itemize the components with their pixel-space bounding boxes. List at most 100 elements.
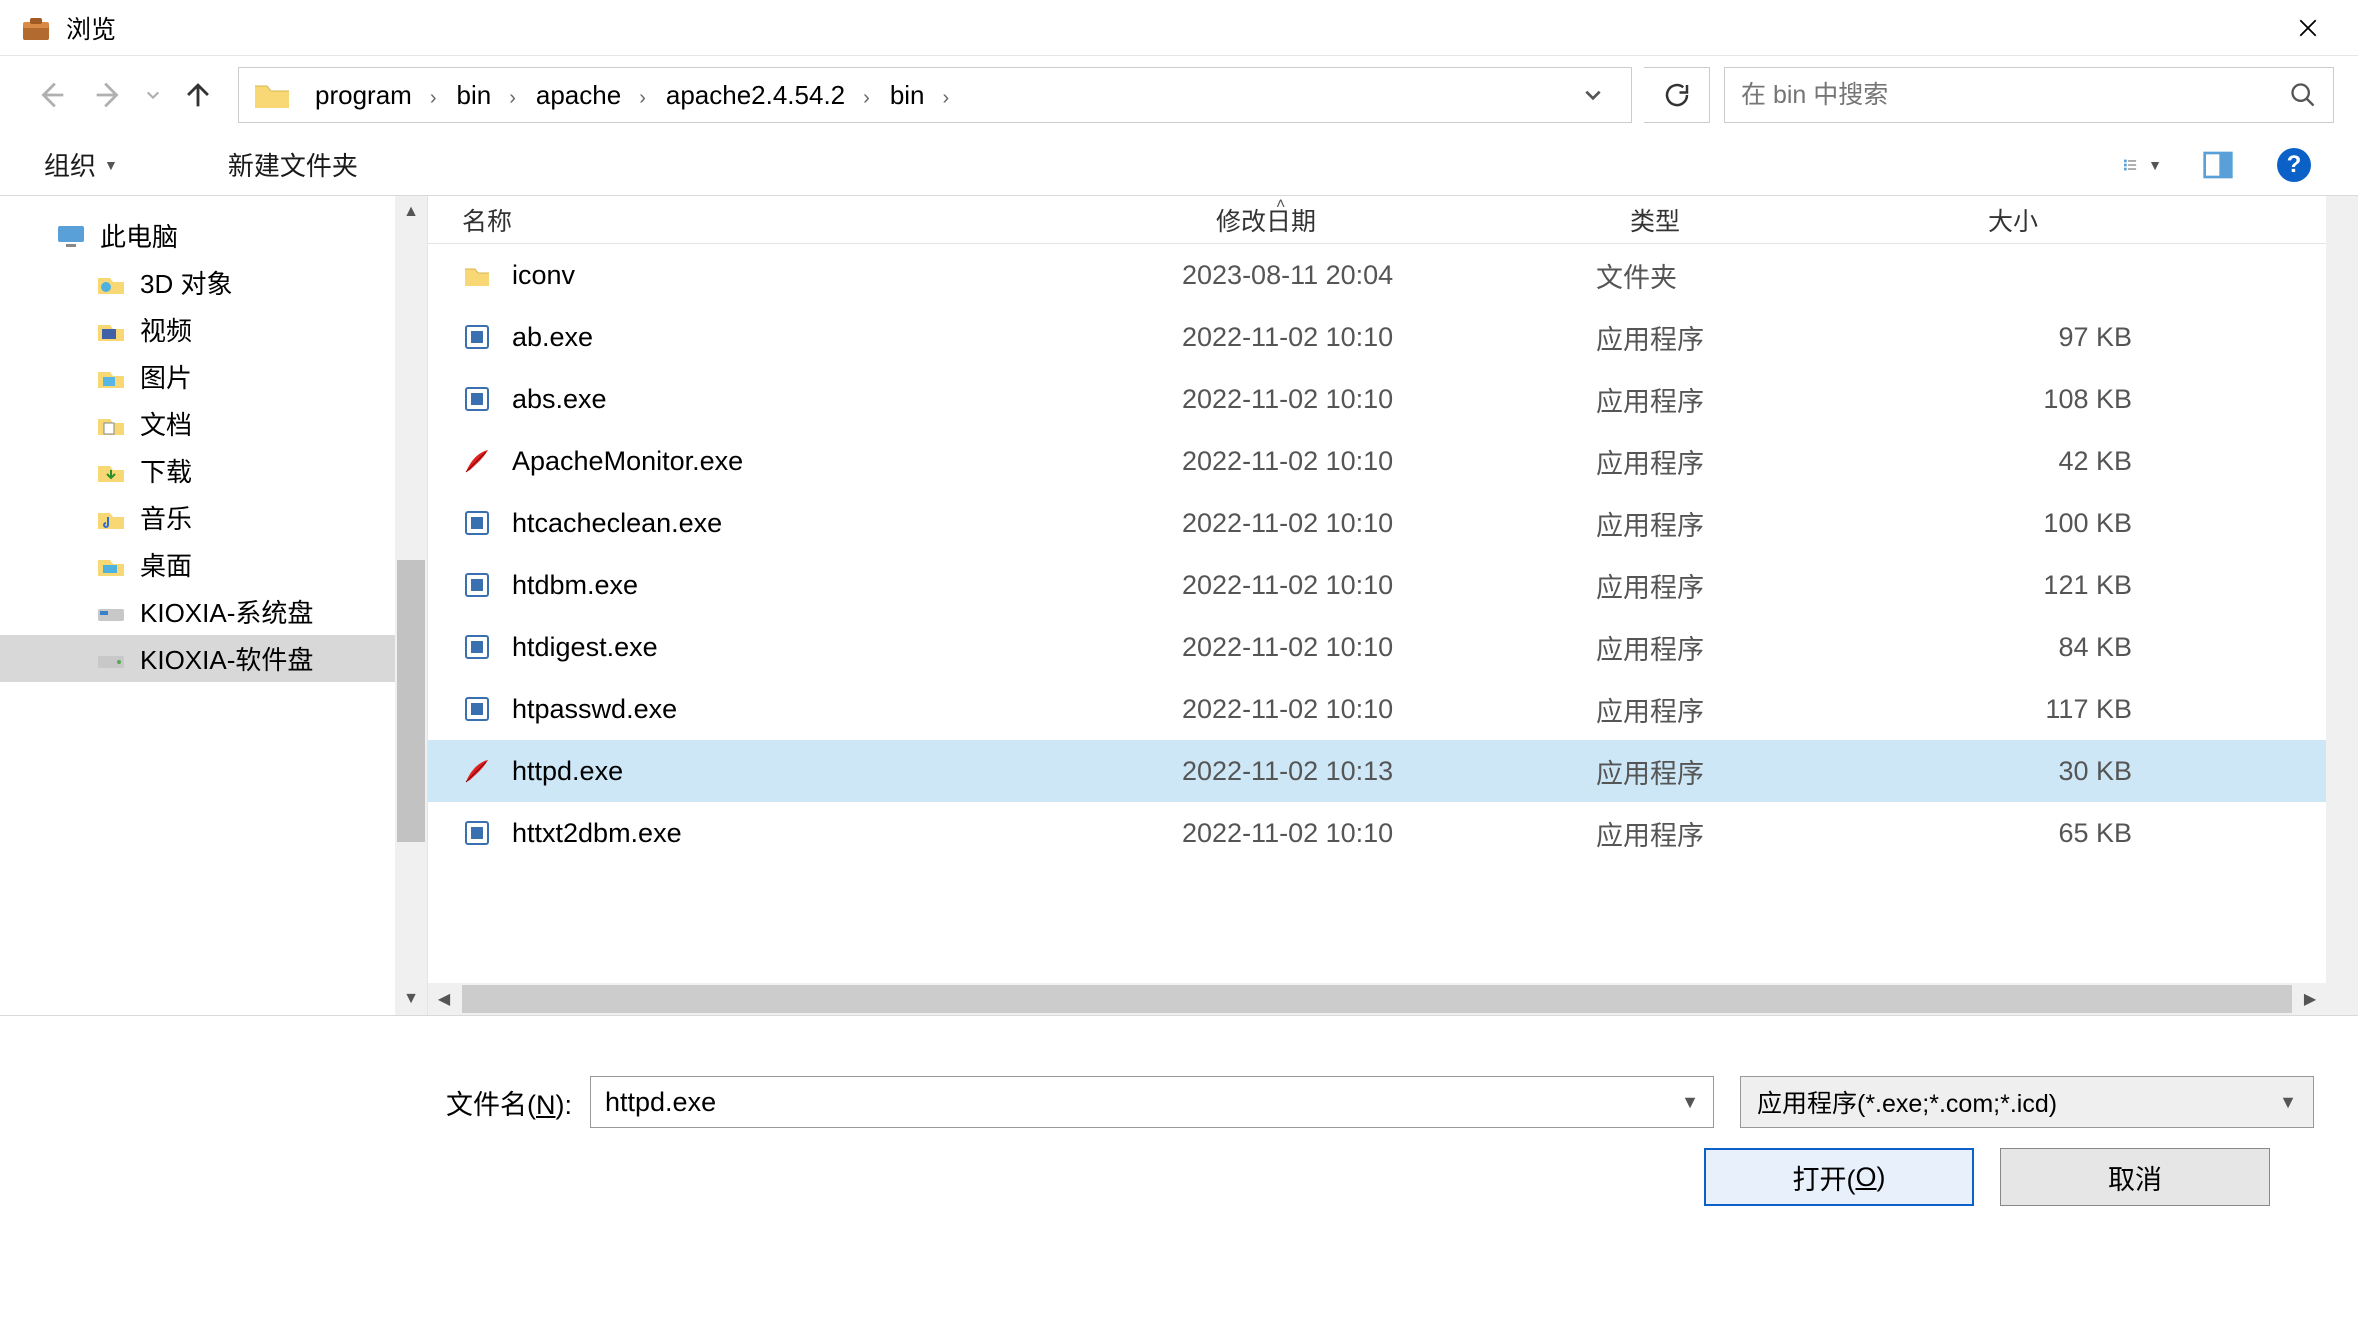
file-row[interactable]: ab.exe2022-11-02 10:10应用程序97 KB — [428, 306, 2358, 368]
chevron-right-icon: › — [639, 87, 646, 109]
tree-label: 3D 对象 — [140, 264, 232, 301]
file-name-cell: iconv — [462, 260, 1182, 291]
tree-item[interactable]: 文档 — [0, 400, 427, 447]
sort-indicator-icon: ˄ — [1276, 196, 1285, 214]
file-type-cell: 文件夹 — [1596, 256, 1954, 295]
nav-forward-button[interactable] — [80, 67, 136, 123]
preview-pane-button[interactable] — [2198, 145, 2238, 185]
file-date-cell: 2022-11-02 10:10 — [1182, 570, 1596, 601]
column-header-name[interactable]: 名称 — [462, 202, 1216, 238]
vertical-scrollbar[interactable] — [2326, 196, 2358, 983]
file-type-cell: 应用程序 — [1596, 690, 1954, 729]
new-folder-button[interactable]: 新建文件夹 — [228, 146, 358, 183]
organize-button[interactable]: 组织 ▼ — [44, 146, 118, 183]
search-box[interactable] — [1724, 67, 2334, 123]
tree-label: KIOXIA-系统盘 — [140, 593, 313, 630]
sidebar-scrollbar[interactable]: ▲ ▼ — [395, 196, 427, 1015]
file-row[interactable]: abs.exe2022-11-02 10:10应用程序108 KB — [428, 368, 2358, 430]
chevron-right-icon: › — [863, 87, 870, 109]
file-date-cell: 2023-08-11 20:04 — [1182, 260, 1596, 291]
tree-item[interactable]: 图片 — [0, 353, 427, 400]
tree-label: 音乐 — [140, 499, 192, 536]
tree-item[interactable]: 下载 — [0, 447, 427, 494]
exe-icon — [462, 694, 492, 724]
pc-icon — [56, 223, 86, 249]
file-type-cell: 应用程序 — [1596, 318, 1954, 357]
file-row[interactable]: httxt2dbm.exe2022-11-02 10:10应用程序65 KB — [428, 802, 2358, 864]
feather-icon — [462, 756, 492, 786]
breadcrumb-bin[interactable]: bin› — [880, 80, 959, 110]
close-button[interactable] — [2278, 8, 2338, 48]
scroll-up-icon[interactable]: ▲ — [395, 196, 427, 228]
nav-up-button[interactable] — [170, 67, 226, 123]
file-rows: iconv2023-08-11 20:04文件夹ab.exe2022-11-02… — [428, 244, 2358, 983]
file-size-cell: 84 KB — [1954, 632, 2150, 663]
pictures-icon — [96, 364, 126, 390]
filter-label: 应用程序(*.exe;*.com;*.icd) — [1757, 1084, 2057, 1120]
chevron-down-icon[interactable]: ▼ — [1681, 1092, 1699, 1113]
cancel-button[interactable]: 取消 — [2000, 1148, 2270, 1206]
address-dropdown-icon[interactable] — [1583, 85, 1631, 105]
filename-row: 文件名(N): httpd.exe ▼ 应用程序(*.exe;*.com;*.i… — [0, 1076, 2314, 1128]
file-row[interactable]: htpasswd.exe2022-11-02 10:10应用程序117 KB — [428, 678, 2358, 740]
scroll-thumb[interactable] — [397, 560, 425, 842]
file-type-filter[interactable]: 应用程序(*.exe;*.com;*.icd) ▼ — [1740, 1076, 2314, 1128]
window-title: 浏览 — [66, 10, 116, 46]
file-size-cell: 121 KB — [1954, 570, 2150, 601]
filename-label: 文件名(N): — [0, 1083, 590, 1122]
file-date-cell: 2022-11-02 10:10 — [1182, 322, 1596, 353]
file-type-cell: 应用程序 — [1596, 380, 1954, 419]
scroll-left-icon[interactable]: ◀ — [428, 989, 460, 1009]
horizontal-scrollbar[interactable]: ◀ ▶ — [428, 983, 2358, 1015]
breadcrumb-apache[interactable]: apache› — [526, 80, 656, 110]
tree-item[interactable]: 视频 — [0, 306, 427, 353]
tree-item[interactable]: 音乐 — [0, 494, 427, 541]
file-name-cell: htpasswd.exe — [462, 694, 1182, 725]
file-type-cell: 应用程序 — [1596, 752, 1954, 791]
breadcrumb-apache2.4.54.2[interactable]: apache2.4.54.2› — [656, 80, 880, 110]
file-size-cell: 65 KB — [1954, 818, 2150, 849]
scroll-right-icon[interactable]: ▶ — [2294, 989, 2326, 1009]
tree-label: 桌面 — [140, 546, 192, 583]
feather-icon — [462, 446, 492, 476]
view-options-button[interactable]: ▼ — [2122, 145, 2162, 185]
file-type-cell: 应用程序 — [1596, 504, 1954, 543]
file-name-cell: htcacheclean.exe — [462, 508, 1182, 539]
nav-history-dropdown[interactable] — [136, 67, 170, 123]
chevron-right-icon: › — [509, 87, 516, 109]
chevron-right-icon: › — [943, 87, 950, 109]
chevron-down-icon[interactable]: ▼ — [2279, 1092, 2297, 1113]
tree-label: 下载 — [140, 452, 192, 489]
navigation-pane: 此电脑 3D 对象视频图片文档下载音乐桌面 KIOXIA-系统盘 KIOXIA-软件… — [0, 196, 428, 1015]
video-icon — [96, 317, 126, 343]
file-row[interactable]: httpd.exe2022-11-02 10:13应用程序30 KB — [428, 740, 2358, 802]
search-input[interactable] — [1741, 81, 2289, 110]
file-row[interactable]: htcacheclean.exe2022-11-02 10:10应用程序100 … — [428, 492, 2358, 554]
exe-icon — [462, 322, 492, 352]
filename-input[interactable]: httpd.exe ▼ — [590, 1076, 1714, 1128]
column-header-size[interactable]: 大小 — [1988, 202, 2184, 238]
scroll-down-icon[interactable]: ▼ — [395, 983, 427, 1015]
scroll-track[interactable] — [462, 985, 2292, 1013]
file-row[interactable]: htdbm.exe2022-11-02 10:10应用程序121 KB — [428, 554, 2358, 616]
tree-item-this-pc[interactable]: 此电脑 — [0, 212, 427, 259]
breadcrumb-program[interactable]: program› — [305, 80, 447, 110]
help-button[interactable]: ? — [2274, 145, 2314, 185]
file-name-cell: ApacheMonitor.exe — [462, 446, 1182, 477]
tree-item[interactable]: KIOXIA-软件盘 — [0, 635, 427, 682]
nav-back-button[interactable] — [24, 67, 80, 123]
file-size-cell: 100 KB — [1954, 508, 2150, 539]
file-row[interactable]: htdigest.exe2022-11-02 10:10应用程序84 KB — [428, 616, 2358, 678]
open-button[interactable]: 打开(O) — [1704, 1148, 1974, 1206]
file-row[interactable]: iconv2023-08-11 20:04文件夹 — [428, 244, 2358, 306]
breadcrumb-bin[interactable]: bin› — [447, 80, 526, 110]
tree-item[interactable]: 桌面 — [0, 541, 427, 588]
refresh-button[interactable] — [1644, 67, 1710, 123]
file-row[interactable]: ApacheMonitor.exe2022-11-02 10:10应用程序42 … — [428, 430, 2358, 492]
tree-item[interactable]: KIOXIA-系统盘 — [0, 588, 427, 635]
tree-item[interactable]: 3D 对象 — [0, 259, 427, 306]
address-bar[interactable]: program›bin›apache›apache2.4.54.2›bin› — [238, 67, 1632, 123]
file-type-cell: 应用程序 — [1596, 442, 1954, 481]
column-header-type[interactable]: 类型 — [1630, 202, 1988, 238]
file-name-cell: htdigest.exe — [462, 632, 1182, 663]
